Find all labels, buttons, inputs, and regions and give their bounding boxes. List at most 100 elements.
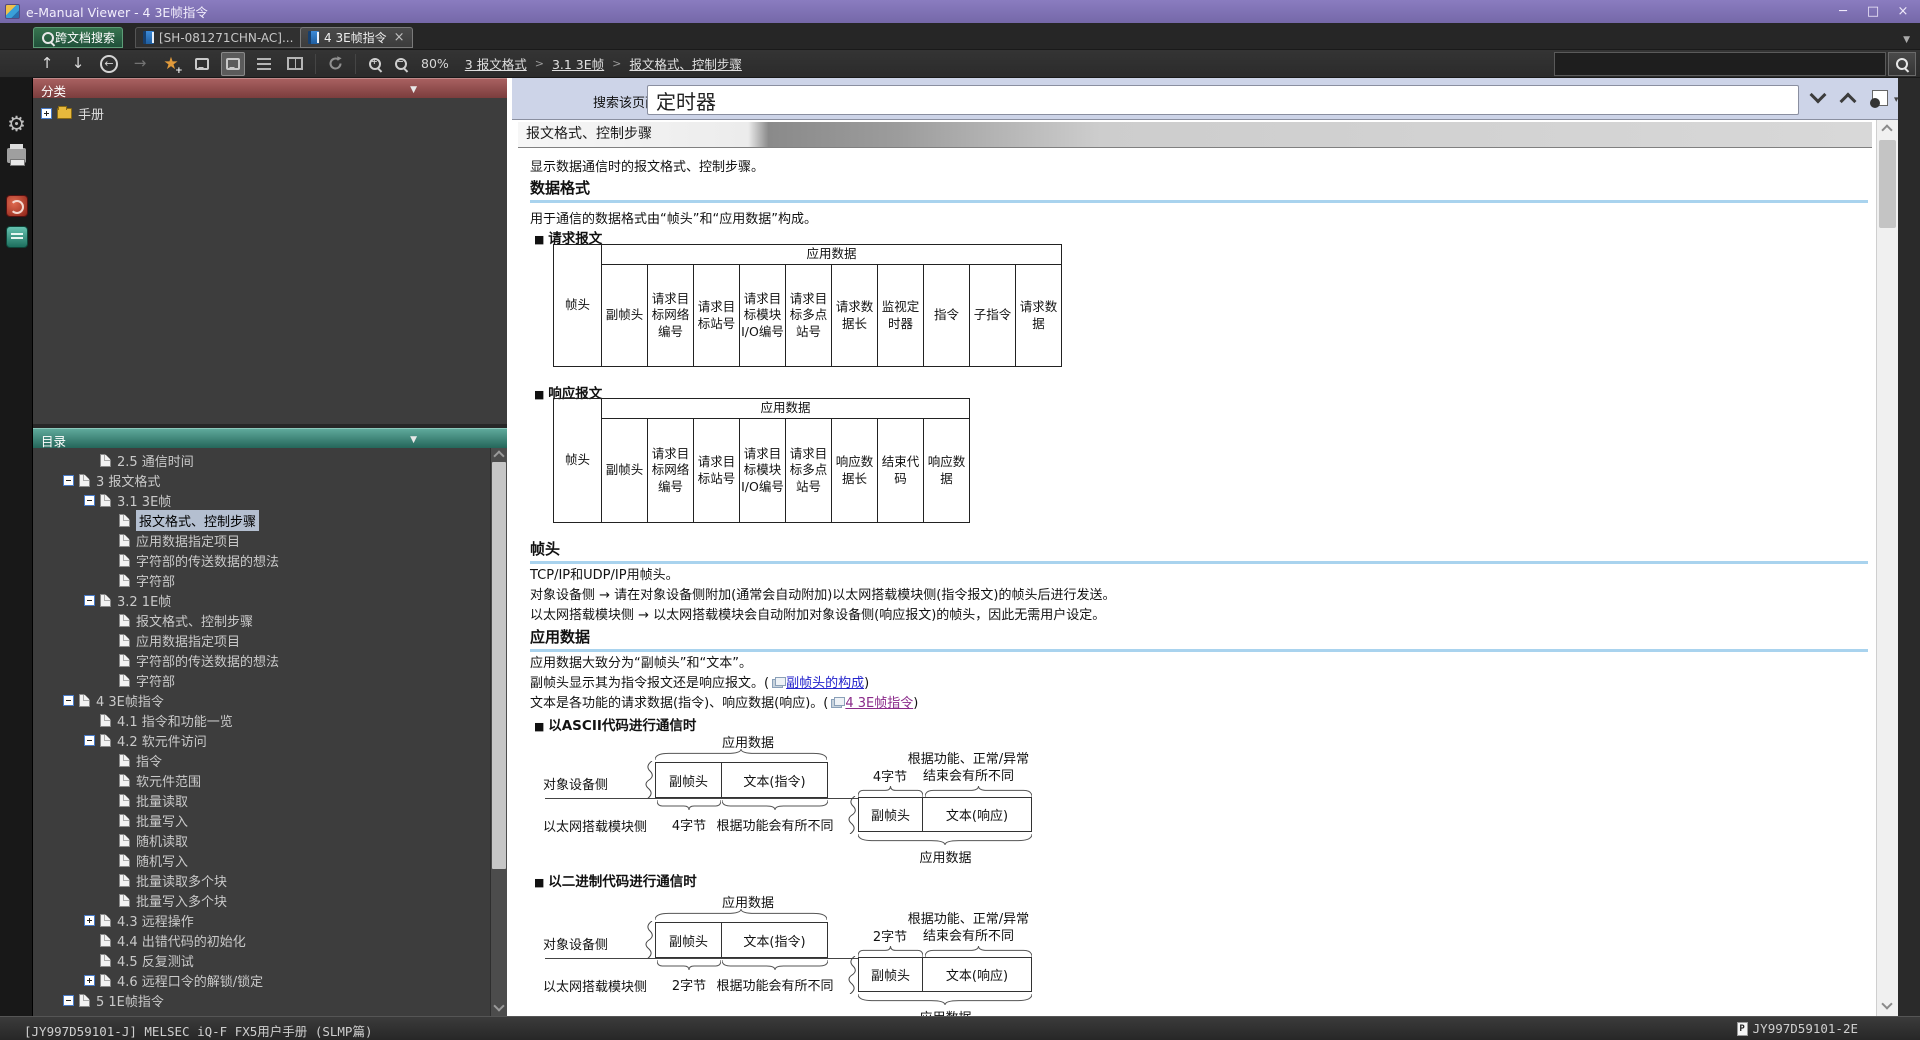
col-header: 请求数据长 xyxy=(831,264,878,367)
manual-number-status[interactable]: JY997D59101-2E xyxy=(1753,1021,1858,1036)
page-icon xyxy=(119,753,130,767)
app-shortcut-teal[interactable] xyxy=(5,225,28,248)
app-logo-icon xyxy=(5,4,20,19)
toc-item[interactable]: 批量写入 xyxy=(33,810,490,830)
settings-button[interactable]: ⚙ xyxy=(5,112,28,136)
toc-item[interactable]: 软元件范围 xyxy=(33,770,490,790)
collapse-icon[interactable] xyxy=(84,494,95,506)
toc-item[interactable]: 字符部的传送数据的想法 xyxy=(33,550,490,570)
toc-item[interactable]: 应用数据指定项目 xyxy=(33,530,490,550)
expand-icon[interactable] xyxy=(84,914,95,926)
toc-item[interactable]: 3.2 1E帧 xyxy=(33,590,490,610)
tab-document-2-active[interactable]: 4 3E帧指令 × xyxy=(300,27,413,48)
toc-item[interactable]: 字符部 xyxy=(33,670,490,690)
note-list-button[interactable] xyxy=(252,52,276,76)
toc-item[interactable]: 随机写入 xyxy=(33,850,490,870)
toc-item[interactable]: 批量读取多个块 xyxy=(33,870,490,890)
close-button[interactable]: × xyxy=(1888,0,1918,23)
expand-icon[interactable] xyxy=(84,974,95,986)
document-scrollbar[interactable] xyxy=(1876,120,1898,1016)
frame-commands-link[interactable]: 4 3E帧指令 xyxy=(845,696,913,711)
toc-item[interactable]: 4.3 远程操作 xyxy=(33,910,490,930)
category-item-manual[interactable]: 手册 xyxy=(41,104,104,123)
tab-list-dropdown-icon[interactable]: ▼ xyxy=(1903,35,1910,45)
app-shortcut-red[interactable] xyxy=(5,194,28,217)
collapse-icon[interactable] xyxy=(63,994,74,1006)
toc-item[interactable]: 3.1 3E帧 xyxy=(33,490,490,510)
app-window: e-Manual Viewer - 4 3E帧指令 ─ □ × 跨文档搜索 [S… xyxy=(0,0,1920,1040)
forward-button[interactable]: → xyxy=(128,52,152,76)
toc-item[interactable]: 指令 xyxy=(33,750,490,770)
page-icon xyxy=(119,833,130,847)
collapse-icon[interactable] xyxy=(84,594,95,606)
toc-item[interactable]: 字符部的传送数据的想法 xyxy=(33,650,490,670)
scroll-down-icon[interactable] xyxy=(1881,998,1893,1010)
back-button[interactable]: ← xyxy=(97,52,121,76)
breadcrumb-link[interactable]: 3 报文格式 xyxy=(465,54,527,73)
show-notes-button[interactable] xyxy=(221,51,245,76)
toc-scrollbar[interactable] xyxy=(490,448,507,1016)
binary-comm-heading: 以二进制代码进行通信时 xyxy=(534,870,697,890)
breadcrumb-link[interactable]: 报文格式、控制步骤 xyxy=(629,54,742,73)
add-favorite-button[interactable]: ★ + xyxy=(159,52,183,76)
zoom-level[interactable]: 80% xyxy=(421,56,449,71)
toc-item[interactable]: 字符部 xyxy=(33,570,490,590)
tab-close-icon[interactable]: × xyxy=(394,31,405,44)
toc-item[interactable]: 随机读取 xyxy=(33,830,490,850)
nav-down-button[interactable]: ↓ xyxy=(66,52,90,76)
toc-item[interactable]: 2.5 通信时间 xyxy=(33,450,490,470)
toolbar-search-input[interactable] xyxy=(1554,52,1886,76)
tab-cross-document-search[interactable]: 跨文档搜索 xyxy=(33,27,124,48)
print-button[interactable] xyxy=(5,142,28,166)
scrollbar-thumb[interactable] xyxy=(492,462,506,869)
collapse-icon[interactable] xyxy=(63,694,74,706)
col-header: 请求目标多点站号 xyxy=(785,418,832,523)
toc-item[interactable]: 批量读取 xyxy=(33,790,490,810)
add-note-button[interactable] xyxy=(190,52,214,76)
maximize-button[interactable]: □ xyxy=(1858,0,1888,23)
expand-icon[interactable] xyxy=(41,107,52,119)
layout-button[interactable] xyxy=(283,52,307,76)
page-icon xyxy=(119,653,130,667)
nav-up-button[interactable]: ↑ xyxy=(35,52,59,76)
scroll-up-icon[interactable] xyxy=(1881,124,1893,136)
toc-item[interactable]: 4.5 反复测试 xyxy=(33,950,490,970)
col-header: 请求目标模块I/O编号 xyxy=(739,418,786,523)
col-header: 指令 xyxy=(923,264,970,367)
find-next-button[interactable] xyxy=(1809,86,1827,105)
toolbar-search-button[interactable] xyxy=(1888,52,1916,76)
toc-item[interactable]: 应用数据指定项目 xyxy=(33,630,490,650)
refresh-button[interactable] xyxy=(323,52,347,76)
zoom-in-button[interactable]: + xyxy=(363,52,387,76)
scroll-down-icon[interactable] xyxy=(493,1000,505,1012)
collapse-icon[interactable] xyxy=(63,474,74,486)
book-icon xyxy=(143,31,154,44)
page-search-input[interactable] xyxy=(647,85,1799,115)
app-data-line: 应用数据大致分为“副帧头”和“文本”。 xyxy=(530,656,752,671)
toc-item[interactable]: 4 3E帧指令 xyxy=(33,690,490,710)
toc-item[interactable]: 5 1E帧指令 xyxy=(33,990,490,1010)
highlight-all-button[interactable] xyxy=(1870,90,1888,108)
toc-item[interactable]: 批量写入多个块 xyxy=(33,890,490,910)
minimize-button[interactable]: ─ xyxy=(1828,0,1858,23)
toc-item[interactable]: 报文格式、控制步骤 xyxy=(33,509,490,531)
scroll-up-icon[interactable] xyxy=(493,450,505,462)
panel-collapse-icon[interactable]: ▼ xyxy=(410,435,417,445)
breadcrumb-link[interactable]: 3.1 3E帧 xyxy=(552,54,604,73)
zoom-out-button[interactable]: − xyxy=(389,52,413,76)
toc-item[interactable]: 4.4 出错代码的初始化 xyxy=(33,930,490,950)
collapse-icon[interactable] xyxy=(84,734,95,746)
col-header: 请求目标网络编号 xyxy=(647,264,694,367)
tab-document-1[interactable]: [SH-081271CHN-AC]... × xyxy=(135,27,320,48)
toc-item[interactable]: 4.6 远程口令的解锁/锁定 xyxy=(33,970,490,990)
toc-item[interactable]: 3 报文格式 xyxy=(33,470,490,490)
category-panel-header[interactable]: 分类 ▼ xyxy=(33,78,507,99)
find-previous-button[interactable] xyxy=(1839,92,1857,111)
toc-panel-header[interactable]: 目录 ▼ xyxy=(33,428,507,449)
panel-collapse-icon[interactable]: ▼ xyxy=(410,85,417,95)
toc-item[interactable]: 报文格式、控制步骤 xyxy=(33,610,490,630)
scrollbar-thumb[interactable] xyxy=(1879,140,1896,228)
subheader-structure-link[interactable]: 副帧头的构成 xyxy=(786,676,864,691)
toc-item[interactable]: 4.1 指令和功能一览 xyxy=(33,710,490,730)
toc-item[interactable]: 4.2 软元件访问 xyxy=(33,730,490,750)
